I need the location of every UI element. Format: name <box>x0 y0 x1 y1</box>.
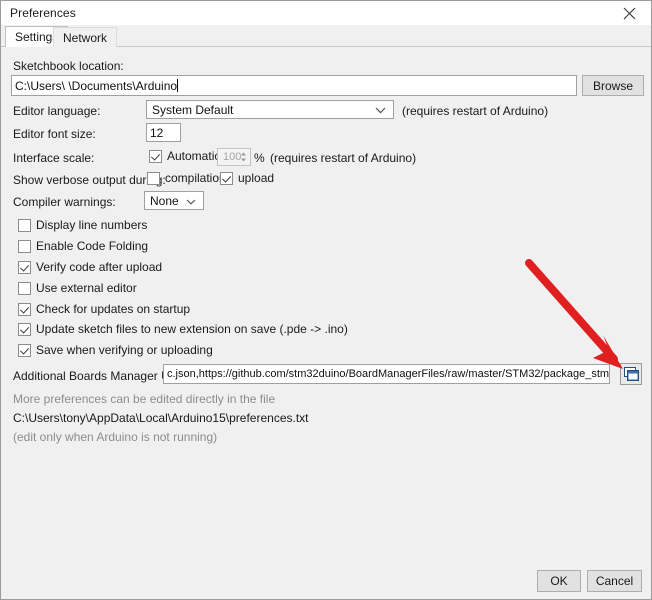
window-title: Preferences <box>10 6 76 20</box>
interface-scale-percent-label: % <box>254 151 265 165</box>
display-line-numbers-checkbox[interactable] <box>18 218 31 232</box>
cancel-button[interactable]: Cancel <box>587 570 642 592</box>
use-external-editor-checkbox[interactable] <box>18 281 31 295</box>
editor-language-label: Editor language: <box>13 104 101 118</box>
checkbox-update-sketch-files[interactable]: Update sketch files to new extension on … <box>18 322 348 336</box>
display-line-numbers-label: Display line numbers <box>36 218 148 232</box>
interface-scale-stepper[interactable]: 100 <box>217 148 251 166</box>
tab-network[interactable]: Network <box>53 27 118 47</box>
ok-button[interactable]: OK <box>537 570 581 592</box>
sketchbook-location-value: C:\Users\ \Documents\Arduino <box>15 78 178 93</box>
more-preferences-line1: More preferences can be edited directly … <box>13 392 276 406</box>
title-bar: Preferences <box>1 1 651 25</box>
editor-font-size-label: Editor font size: <box>13 127 96 141</box>
compiler-warnings-value: None <box>150 193 179 208</box>
verify-code-after-upload-label: Verify code after upload <box>36 260 163 274</box>
verbose-upload-label: upload <box>238 171 275 185</box>
use-external-editor-label: Use external editor <box>36 281 137 295</box>
update-sketch-files-checkbox[interactable] <box>18 322 31 336</box>
interface-scale-automatic-checkbox[interactable] <box>149 149 162 163</box>
dialog-footer: OK Cancel <box>2 554 651 599</box>
interface-scale-note: (requires restart of Arduino) <box>270 151 417 165</box>
update-sketch-files-label: Update sketch files to new extension on … <box>36 322 348 336</box>
interface-scale-value: 100 <box>223 151 242 163</box>
compiler-warnings-select[interactable]: None <box>144 191 204 210</box>
interface-scale-label: Interface scale: <box>13 151 95 165</box>
verbose-compilation-checkbox[interactable] <box>147 171 160 185</box>
close-icon <box>623 7 635 19</box>
sketchbook-location-input[interactable]: C:\Users\ \Documents\Arduino <box>11 75 577 96</box>
editor-font-size-input[interactable]: 12 <box>146 123 181 142</box>
compiler-warnings-label: Compiler warnings: <box>13 195 116 209</box>
check-for-updates-label: Check for updates on startup <box>36 302 191 316</box>
checkbox-enable-code-folding[interactable]: Enable Code Folding <box>18 239 148 253</box>
editor-language-value: System Default <box>152 102 234 117</box>
stepper-arrows-icon[interactable] <box>240 152 247 163</box>
close-button[interactable] <box>607 1 651 25</box>
checkbox-verify-code-after-upload[interactable]: Verify code after upload <box>18 260 162 274</box>
settings-pane: Sketchbook location: C:\Users\ \Document… <box>2 47 651 554</box>
checkbox-check-for-updates[interactable]: Check for updates on startup <box>18 302 190 316</box>
browse-button[interactable]: Browse <box>582 75 644 96</box>
more-preferences-line3: (edit only when Arduino is not running) <box>13 430 218 444</box>
verbose-upload-checkbox[interactable] <box>220 171 233 185</box>
ok-button-label: OK <box>550 574 568 588</box>
preferences-file-path: C:\Users\tony\AppData\Local\Arduino15\pr… <box>13 411 309 425</box>
cancel-button-label: Cancel <box>595 574 634 588</box>
checkbox-display-line-numbers[interactable]: Display line numbers <box>18 218 147 232</box>
text-caret <box>177 79 179 92</box>
tab-strip: Settings Network <box>1 25 651 48</box>
boards-manager-urls-input[interactable]: c.json,https://github.com/stm32duino/Boa… <box>163 364 610 384</box>
boards-manager-urls-value: c.json,https://github.com/stm32duino/Boa… <box>167 368 610 380</box>
enable-code-folding-label: Enable Code Folding <box>36 239 149 253</box>
window-list-icon <box>623 367 639 381</box>
verbose-upload-row[interactable]: upload <box>220 171 274 185</box>
boards-manager-edit-button[interactable] <box>620 363 642 385</box>
verbose-compilation-label: compilation <box>165 171 226 185</box>
checkbox-save-when-verifying[interactable]: Save when verifying or uploading <box>18 343 213 357</box>
preferences-dialog: Preferences Settings Network Sketchbook … <box>0 0 652 600</box>
interface-scale-automatic-label: Automatic <box>167 149 221 163</box>
save-when-verifying-label: Save when verifying or uploading <box>36 343 213 357</box>
editor-language-select[interactable]: System Default <box>146 100 394 119</box>
tab-network-label: Network <box>63 30 108 45</box>
editor-language-note: (requires restart of Arduino) <box>402 104 549 118</box>
check-for-updates-checkbox[interactable] <box>18 302 31 316</box>
sketchbook-location-label: Sketchbook location: <box>13 59 124 73</box>
checkbox-use-external-editor[interactable]: Use external editor <box>18 281 137 295</box>
chevron-down-icon <box>375 103 386 117</box>
verbose-output-label: Show verbose output during: <box>13 173 166 187</box>
chevron-down-icon <box>186 194 196 208</box>
tab-settings-label: Settings <box>15 30 59 44</box>
interface-scale-automatic-row[interactable]: Automatic <box>149 149 220 163</box>
verbose-compilation-row[interactable]: compilation <box>147 171 226 185</box>
save-when-verifying-checkbox[interactable] <box>18 343 31 357</box>
enable-code-folding-checkbox[interactable] <box>18 239 31 253</box>
editor-font-size-value: 12 <box>150 125 164 140</box>
browse-button-label: Browse <box>592 78 633 93</box>
verify-code-after-upload-checkbox[interactable] <box>18 260 31 274</box>
